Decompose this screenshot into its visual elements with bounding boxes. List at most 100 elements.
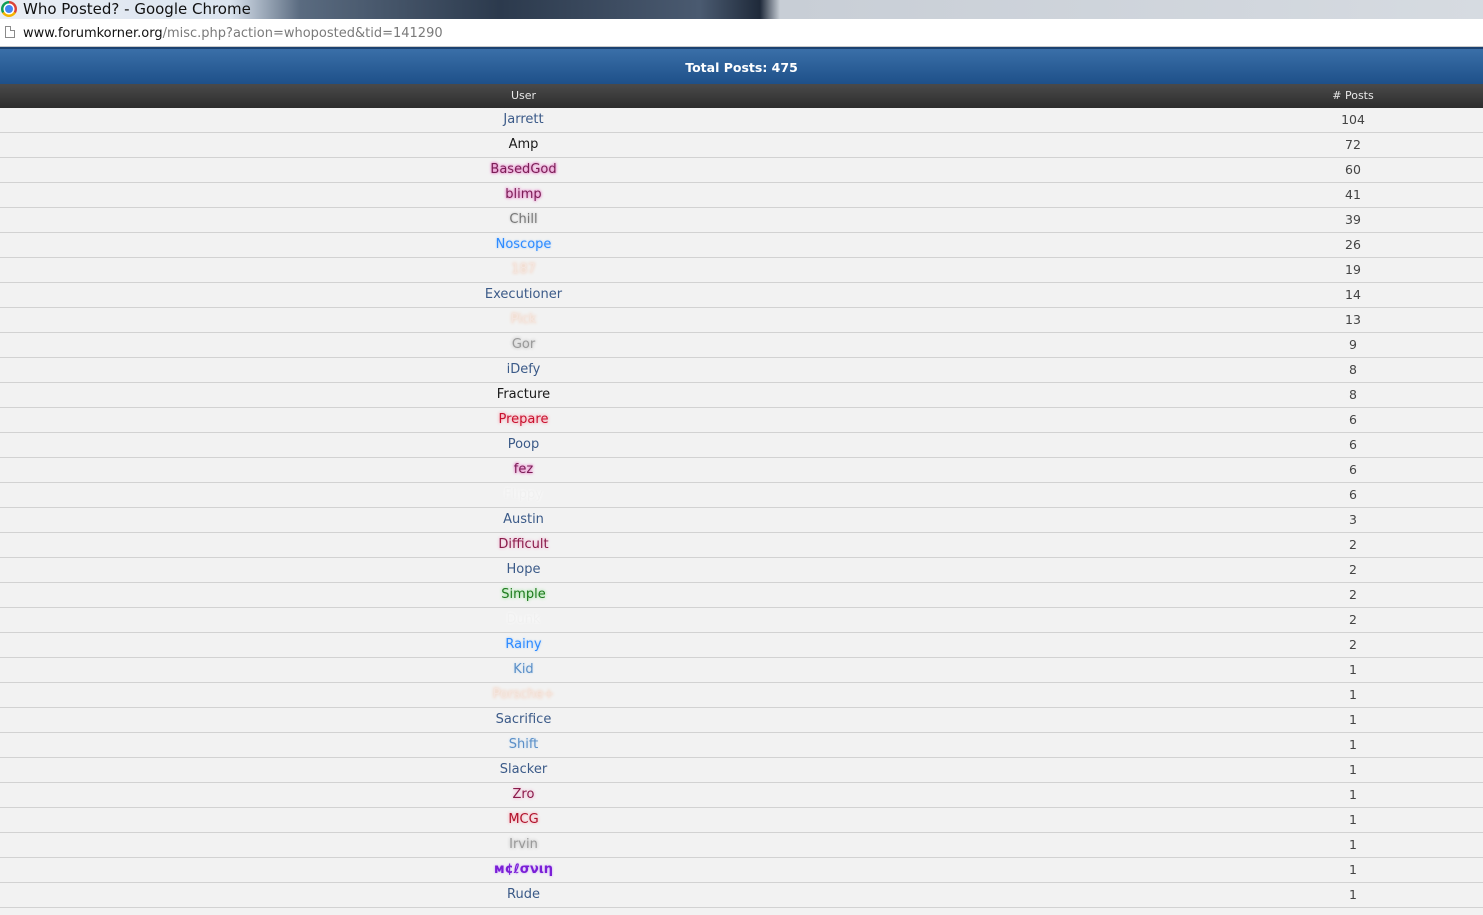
column-header-user: User — [510, 89, 537, 102]
username-link[interactable]: Noscope — [0, 233, 1047, 257]
username-link[interactable]: Porsche+ — [0, 683, 1047, 707]
post-count: 13 — [1345, 312, 1361, 327]
table-row: 187 19 — [0, 258, 1483, 283]
post-count: 6 — [1349, 437, 1357, 452]
post-count: 1 — [1349, 837, 1357, 852]
table-row: Fracture 8 — [0, 383, 1483, 408]
username-link[interactable]: Pick — [0, 308, 1047, 332]
username-link[interactable]: MCG — [0, 808, 1047, 832]
url-text[interactable]: www.forumkorner.org/misc.php?action=whop… — [23, 19, 443, 49]
username-link[interactable]: Zro — [0, 783, 1047, 807]
post-count: 2 — [1349, 587, 1357, 602]
who-posted-panel: Total Posts: 475 User # Posts Jarrett 104… — [0, 47, 1483, 915]
username-link[interactable]: Kid — [0, 658, 1047, 682]
post-count: 2 — [1349, 612, 1357, 627]
table-row: Amp 72 — [0, 133, 1483, 158]
username-link[interactable]: Poop — [0, 433, 1047, 457]
table-row: Difficult 2 — [0, 533, 1483, 558]
post-count: 26 — [1345, 237, 1361, 252]
username-link[interactable]: Difficult — [0, 533, 1047, 557]
table-row: Executioner 14 — [0, 283, 1483, 308]
username-link[interactable]: Prepare — [0, 408, 1047, 432]
username-link[interactable]: Rude — [0, 883, 1047, 907]
post-count: 19 — [1345, 262, 1361, 277]
table-row: fez 6 — [0, 458, 1483, 483]
username-link[interactable]: BasedGod — [0, 158, 1047, 182]
post-count: 1 — [1349, 862, 1357, 877]
post-count: 41 — [1345, 187, 1361, 202]
username-link[interactable]: Flippy — [0, 483, 1047, 507]
username-link[interactable]: Rainy — [0, 633, 1047, 657]
table-row: Zro 1 — [0, 783, 1483, 808]
table-row: Rainy 2 — [0, 633, 1483, 658]
post-count: 3 — [1349, 512, 1357, 527]
column-header-posts: # Posts — [1332, 89, 1374, 102]
username-link[interactable]: Slacker — [0, 758, 1047, 782]
post-count: 2 — [1349, 537, 1357, 552]
table-row: Dunk 2 — [0, 608, 1483, 633]
table-row: Sacrifice 1 — [0, 708, 1483, 733]
window-title: Who Posted? - Google Chrome — [23, 0, 251, 18]
table-row: Irvin 1 — [0, 833, 1483, 858]
username-link[interactable]: Jarrett — [0, 108, 1047, 132]
table-row: Jarrett 104 — [0, 108, 1483, 133]
table-row: Porsche+ 1 — [0, 683, 1483, 708]
url-host: www.forumkorner.org — [23, 26, 163, 41]
post-count: 1 — [1349, 662, 1357, 677]
post-count: 1 — [1349, 712, 1357, 727]
post-count: 2 — [1349, 637, 1357, 652]
post-count: 14 — [1345, 287, 1361, 302]
chrome-icon — [1, 1, 17, 17]
table-row: blimp 41 — [0, 183, 1483, 208]
username-link[interactable]: Austin — [0, 508, 1047, 532]
post-count: 9 — [1349, 337, 1357, 352]
table-row: iDefy 8 — [0, 358, 1483, 383]
table-row: Shift 1 — [0, 733, 1483, 758]
username-link[interactable]: iDefy — [0, 358, 1047, 382]
username-link[interactable]: Chill — [0, 208, 1047, 232]
table-row: Noscope 26 — [0, 233, 1483, 258]
username-link[interactable]: Simple — [0, 583, 1047, 607]
table-row: Flippy 6 — [0, 483, 1483, 508]
table-row: Rude 1 — [0, 883, 1483, 908]
post-count: 1 — [1349, 787, 1357, 802]
username-link[interactable]: fez — [0, 458, 1047, 482]
username-link[interactable]: Gor — [0, 333, 1047, 357]
username-link[interactable]: Irvin — [0, 833, 1047, 857]
username-link[interactable]: Dunk — [0, 608, 1047, 632]
post-count: 72 — [1345, 137, 1361, 152]
table-row: Austin 3 — [0, 508, 1483, 533]
table-row: Gor 9 — [0, 333, 1483, 358]
username-link[interactable]: blimp — [0, 183, 1047, 207]
post-count: 1 — [1349, 887, 1357, 902]
table-row: MCG 1 — [0, 808, 1483, 833]
username-link[interactable]: Fracture — [0, 383, 1047, 407]
table-row: Slacker 1 — [0, 758, 1483, 783]
username-link[interactable]: м¢ℓσνιη — [0, 858, 1047, 882]
username-link[interactable]: Hope — [0, 558, 1047, 582]
post-count: 1 — [1349, 737, 1357, 752]
column-header-row: User # Posts — [0, 84, 1483, 108]
table-row: BasedGod 60 — [0, 158, 1483, 183]
post-count: 6 — [1349, 487, 1357, 502]
username-link[interactable]: Shift — [0, 733, 1047, 757]
table-row: Poop 6 — [0, 433, 1483, 458]
username-link[interactable]: 187 — [0, 258, 1047, 282]
page-icon — [5, 26, 15, 38]
post-count: 1 — [1349, 687, 1357, 702]
username-link[interactable]: Sacrifice — [0, 708, 1047, 732]
table-row: Kid 1 — [0, 658, 1483, 683]
post-count: 104 — [1341, 112, 1365, 127]
table-row: м¢ℓσνιη 1 — [0, 858, 1483, 883]
address-bar[interactable]: www.forumkorner.org/misc.php?action=whop… — [0, 19, 1483, 47]
table-row: Hope 2 — [0, 558, 1483, 583]
table-row: Simple 2 — [0, 583, 1483, 608]
table-row: Prepare 6 — [0, 408, 1483, 433]
username-link[interactable]: Amp — [0, 133, 1047, 157]
table-row: Chill 39 — [0, 208, 1483, 233]
window-titlebar: Who Posted? - Google Chrome — [0, 0, 1483, 19]
total-posts-header: Total Posts: 475 — [0, 47, 1483, 84]
post-count: 6 — [1349, 462, 1357, 477]
table-row: Pick 13 — [0, 308, 1483, 333]
username-link[interactable]: Executioner — [0, 283, 1047, 307]
